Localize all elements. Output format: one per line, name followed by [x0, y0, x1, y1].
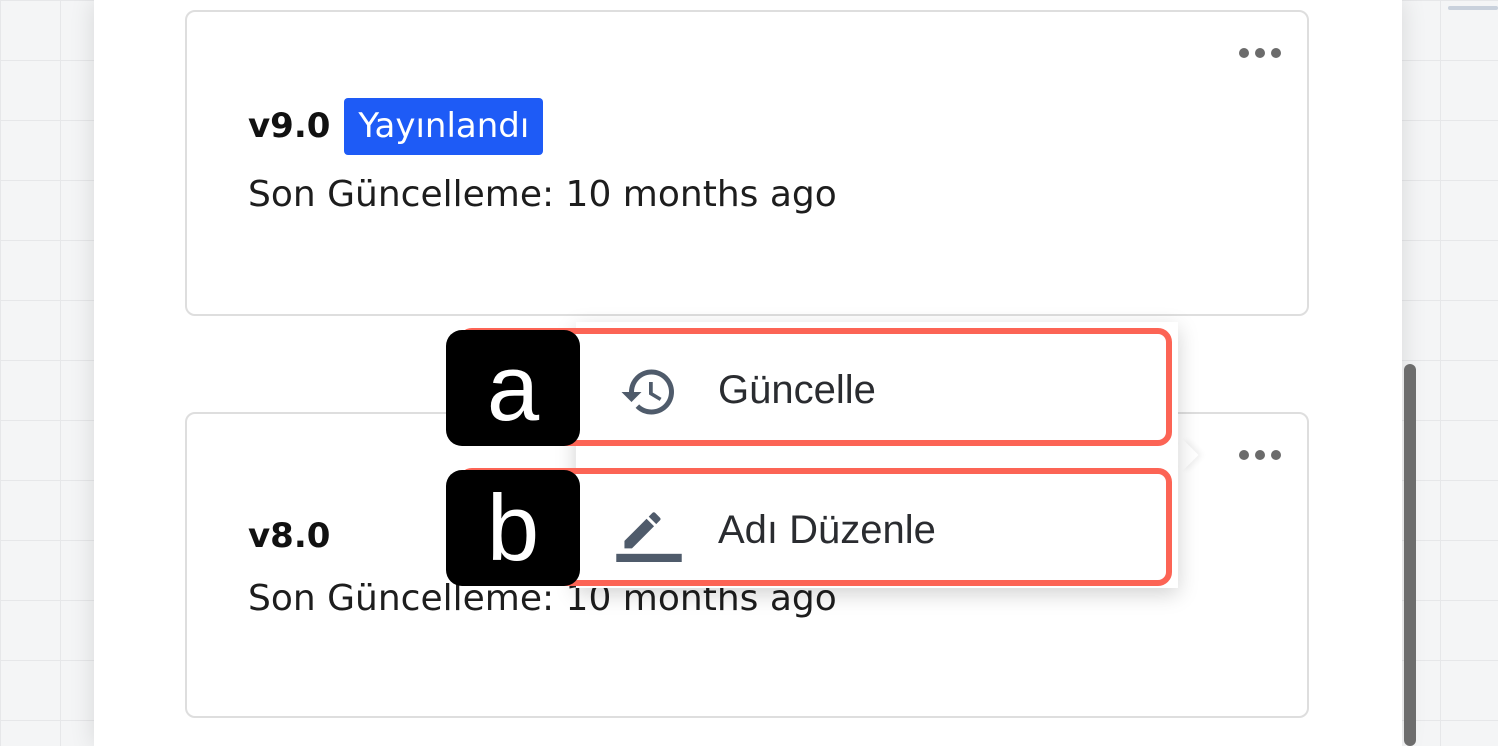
last-updated-text: Son Güncelleme: 10 months ago — [248, 174, 837, 215]
menu-item-label: Güncelle — [718, 368, 876, 412]
menu-item-label: Adı Düzenle — [718, 508, 936, 552]
version-row: v8.0 — [248, 516, 330, 556]
history-icon — [621, 369, 674, 415]
more-options-icon[interactable] — [1239, 450, 1281, 460]
status-badge: Yayınlandı — [344, 98, 544, 155]
edit-pencil-icon — [616, 512, 682, 562]
version-row: v9.0 Yayınlandı — [248, 98, 544, 155]
panel-scrollbar[interactable] — [1404, 364, 1416, 746]
more-options-icon[interactable] — [1239, 48, 1281, 58]
version-label: v9.0 — [248, 106, 331, 147]
background-top-line — [1448, 6, 1498, 10]
version-label: v8.0 — [248, 516, 331, 556]
marker-b: b — [446, 470, 580, 586]
version-card[interactable]: v9.0 Yayınlandı Son Güncelleme: 10 month… — [185, 10, 1309, 316]
marker-a: a — [446, 330, 580, 446]
